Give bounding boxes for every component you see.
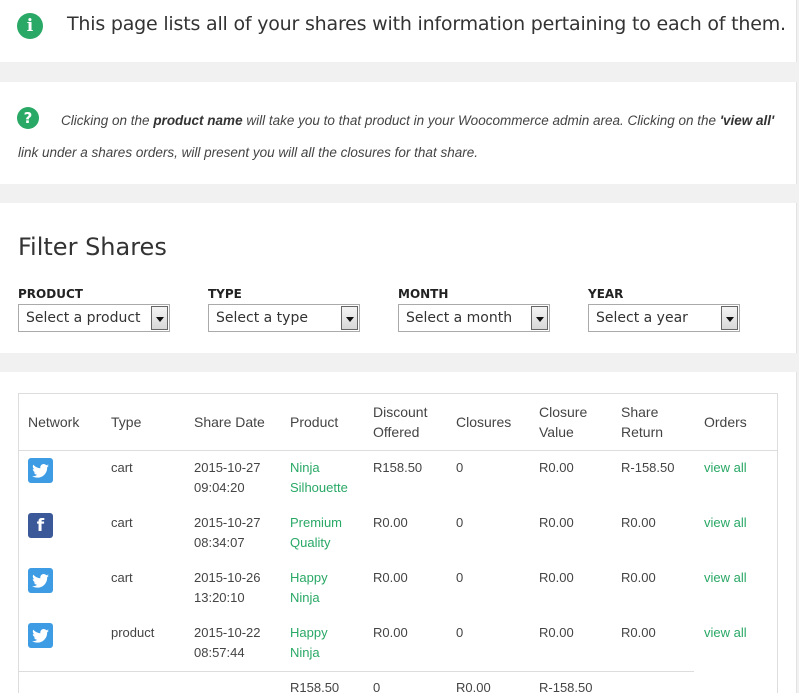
row-time: 08:34:07 bbox=[194, 535, 245, 550]
month-filter-value: Select a month bbox=[406, 310, 513, 326]
row-closures: 0 bbox=[456, 460, 464, 475]
row-discount: R0.00 bbox=[373, 515, 408, 530]
month-filter-label: MONTH bbox=[398, 287, 449, 301]
total-closure-value: R0.00 bbox=[456, 680, 491, 693]
filter-title: Filter Shares bbox=[18, 233, 167, 261]
info-icon: i bbox=[17, 13, 43, 39]
row-discount: R0.00 bbox=[373, 625, 408, 640]
help-text-part: will take you to that product in your Wo… bbox=[242, 113, 720, 128]
help-text-part: link under a shares orders, will present… bbox=[18, 145, 478, 160]
table-header-divider bbox=[18, 450, 778, 451]
table-footer-divider bbox=[18, 671, 694, 672]
row-type: cart bbox=[111, 570, 133, 585]
row-closures: 0 bbox=[456, 515, 464, 530]
year-filter-value: Select a year bbox=[596, 310, 688, 326]
row-product-line-1: Premium bbox=[290, 515, 343, 530]
view-all-link[interactable]: view all bbox=[704, 513, 747, 533]
year-filter-select[interactable]: Select a year bbox=[588, 304, 740, 332]
facebook-icon: f bbox=[28, 513, 53, 538]
header-product: Product bbox=[290, 414, 339, 430]
total-discount: R158.50 bbox=[290, 680, 340, 693]
header-line-2: Return bbox=[621, 424, 664, 440]
chevron-down-icon[interactable] bbox=[721, 306, 738, 330]
row-time: 13:20:10 bbox=[194, 590, 245, 605]
row-closure-value: R0.00 bbox=[539, 570, 574, 585]
view-all-link[interactable]: view all bbox=[704, 568, 747, 588]
row-share-date: 2015-10-27 08:34:07 bbox=[194, 513, 261, 553]
row-type: product bbox=[111, 625, 155, 640]
help-text-part: Clicking on the bbox=[61, 113, 154, 128]
row-product-link[interactable]: Premium Quality bbox=[290, 513, 342, 553]
row-product-line-1: Happy bbox=[290, 570, 328, 585]
row-share-date: 2015-10-27 09:04:20 bbox=[194, 458, 261, 498]
product-filter-select[interactable]: Select a product bbox=[18, 304, 170, 332]
month-filter-select[interactable]: Select a month bbox=[398, 304, 550, 332]
help-text: Clicking on the product name will take y… bbox=[18, 105, 788, 169]
year-filter-label: YEAR bbox=[588, 287, 624, 301]
twitter-icon bbox=[28, 458, 53, 483]
row-closure-value: R0.00 bbox=[539, 625, 574, 640]
row-closures: 0 bbox=[456, 625, 464, 640]
chevron-down-icon[interactable] bbox=[531, 306, 548, 330]
header-closures: Closures bbox=[456, 414, 512, 430]
row-discount: R158.50 bbox=[373, 460, 423, 475]
row-share-return: R0.00 bbox=[621, 515, 656, 530]
row-closures: 0 bbox=[456, 570, 464, 585]
row-share-date: 2015-10-26 13:20:10 bbox=[194, 568, 261, 608]
row-product-line-1: Ninja bbox=[290, 460, 320, 475]
help-text-bold: 'view all' bbox=[719, 113, 775, 128]
row-date: 2015-10-26 bbox=[194, 570, 261, 585]
row-type: cart bbox=[111, 460, 133, 475]
row-share-return: R0.00 bbox=[621, 625, 656, 640]
row-product-line-2: Ninja bbox=[290, 590, 320, 605]
header-closure-value: Closure Value bbox=[539, 402, 587, 442]
header-discount-offered: Discount Offered bbox=[373, 402, 427, 442]
info-text: This page lists all of your shares with … bbox=[67, 13, 786, 35]
row-share-date: 2015-10-22 08:57:44 bbox=[194, 623, 261, 663]
product-filter-label: PRODUCT bbox=[18, 287, 83, 301]
row-product-line-1: Happy bbox=[290, 625, 328, 640]
header-line-1: Share bbox=[621, 404, 659, 420]
row-date: 2015-10-22 bbox=[194, 625, 261, 640]
header-line-2: Offered bbox=[373, 424, 420, 440]
row-product-line-2: Silhouette bbox=[290, 480, 348, 495]
total-closures: 0 bbox=[373, 680, 381, 693]
row-date: 2015-10-27 bbox=[194, 460, 261, 475]
row-type: cart bbox=[111, 515, 133, 530]
type-filter-value: Select a type bbox=[216, 310, 308, 326]
row-share-return: R-158.50 bbox=[621, 460, 675, 475]
header-type: Type bbox=[111, 414, 142, 430]
row-product-link[interactable]: Happy Ninja bbox=[290, 568, 328, 608]
row-share-return: R0.00 bbox=[621, 570, 656, 585]
row-product-link[interactable]: Happy Ninja bbox=[290, 623, 328, 663]
row-product-line-2: Quality bbox=[290, 535, 331, 550]
header-orders: Orders bbox=[704, 414, 747, 430]
product-filter-value: Select a product bbox=[26, 310, 141, 326]
header-network: Network bbox=[28, 414, 80, 430]
row-product-link[interactable]: Ninja Silhouette bbox=[290, 458, 348, 498]
view-all-link[interactable]: view all bbox=[704, 458, 747, 478]
row-discount: R0.00 bbox=[373, 570, 408, 585]
chevron-down-icon[interactable] bbox=[341, 306, 358, 330]
help-text-bold: product name bbox=[153, 113, 243, 128]
header-share-date: Share Date bbox=[194, 414, 265, 430]
header-line-2: Value bbox=[539, 424, 574, 440]
row-closure-value: R0.00 bbox=[539, 515, 574, 530]
twitter-icon bbox=[28, 568, 53, 593]
row-date: 2015-10-27 bbox=[194, 515, 261, 530]
row-product-line-2: Ninja bbox=[290, 645, 320, 660]
header-line-1: Closure bbox=[539, 404, 588, 420]
row-closure-value: R0.00 bbox=[539, 460, 574, 475]
view-all-link[interactable]: view all bbox=[704, 623, 747, 643]
row-time: 08:57:44 bbox=[194, 645, 245, 660]
header-line-1: Discount bbox=[373, 404, 428, 420]
type-filter-select[interactable]: Select a type bbox=[208, 304, 360, 332]
row-time: 09:04:20 bbox=[194, 480, 245, 495]
type-filter-label: TYPE bbox=[208, 287, 242, 301]
twitter-icon bbox=[28, 623, 53, 648]
chevron-down-icon[interactable] bbox=[151, 306, 168, 330]
header-share-return: Share Return bbox=[621, 402, 663, 442]
total-share-return: R-158.50 bbox=[539, 680, 593, 693]
